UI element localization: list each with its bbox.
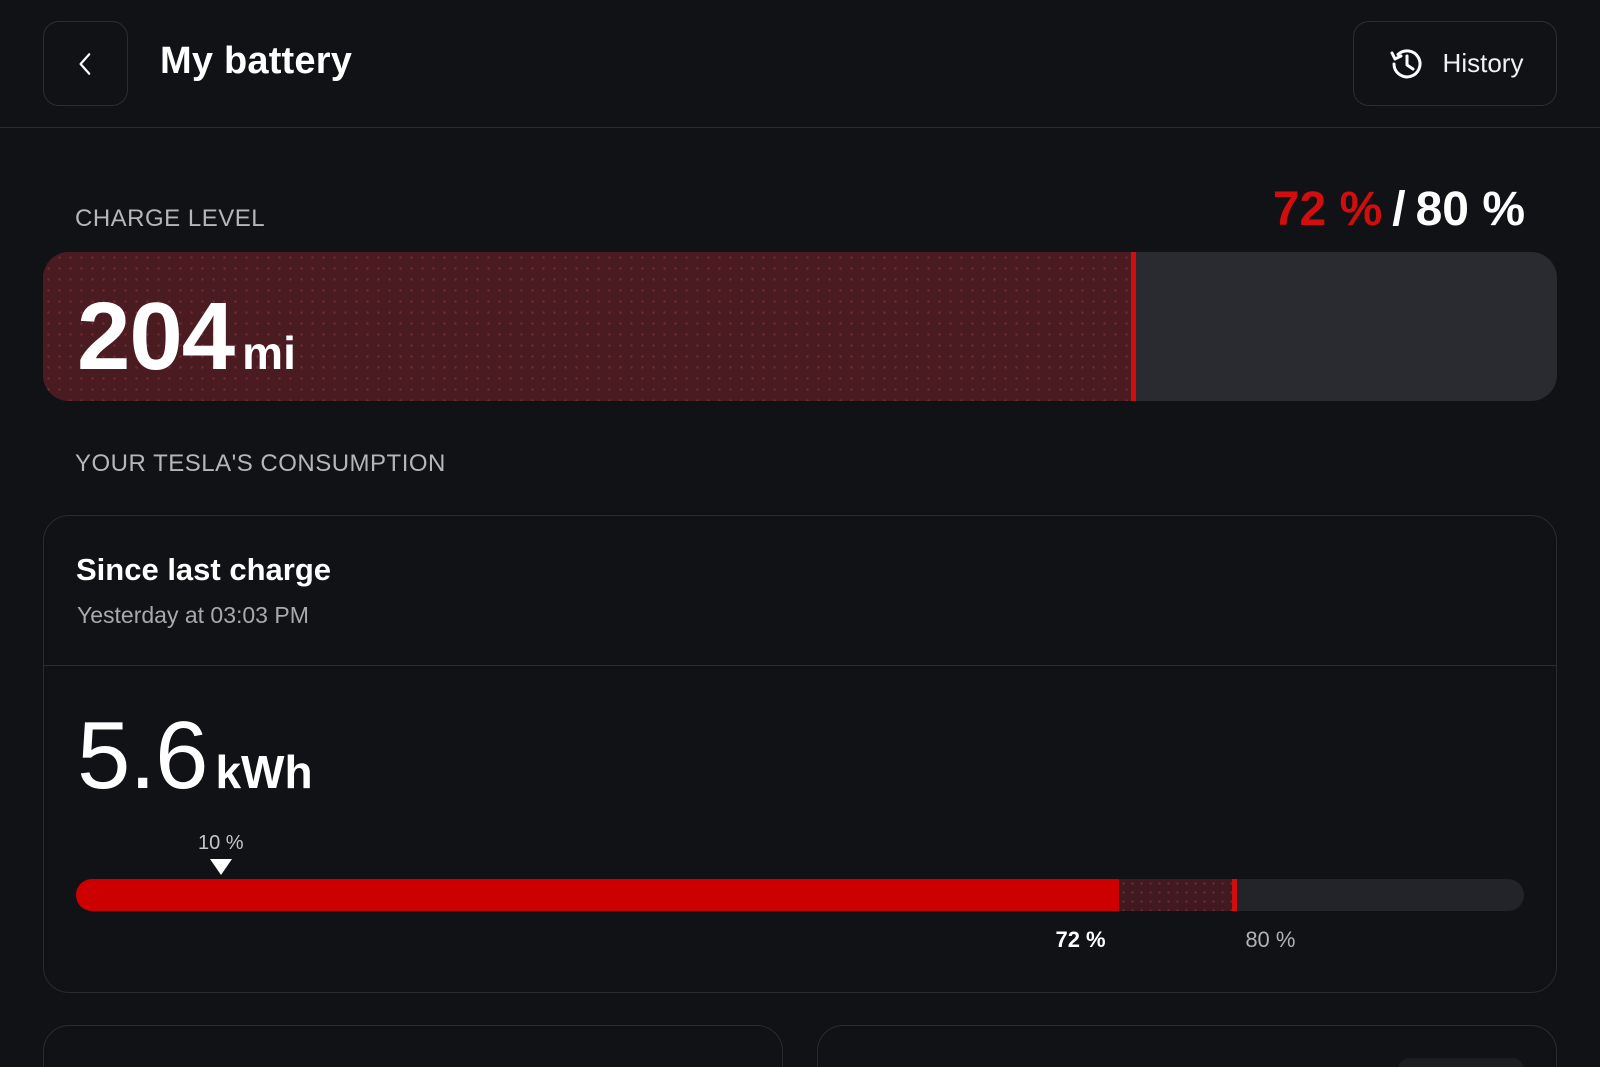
stat-card-chip (1398, 1058, 1524, 1067)
energy-value: 5.6 (77, 702, 208, 809)
history-button[interactable]: History (1353, 21, 1557, 106)
charge-level-marker (1131, 252, 1137, 401)
range-unit: mi (242, 327, 296, 379)
back-button[interactable] (43, 21, 128, 106)
charge-percentages: 72 % / 80 % (1273, 182, 1525, 237)
card-subtitle: Yesterday at 03:03 PM (77, 602, 309, 628)
stat-card-right (817, 1025, 1557, 1067)
consumption-bar (76, 879, 1524, 911)
card-title: Since last charge (76, 552, 332, 587)
consumption-card: Since last charge Yesterday at 03:03 PM … (43, 515, 1557, 993)
current-charge-tick-label: 72 % (1055, 927, 1106, 952)
stat-card-left (43, 1025, 783, 1067)
charge-separator: / (1392, 183, 1406, 236)
limit-charge-tick-label: 80 % (1245, 927, 1296, 952)
energy-unit: kWh (215, 746, 313, 798)
charge-level-heading: CHARGE LEVEL (75, 205, 266, 232)
page-title: My battery (160, 40, 353, 82)
start-charge-arrow-icon (209, 859, 232, 875)
charge-level-bar: 204 mi (43, 252, 1557, 401)
top-bar: My battery History (0, 0, 1600, 128)
card-divider (44, 665, 1556, 666)
consumption-heading: YOUR TESLA'S CONSUMPTION (75, 450, 446, 477)
consumption-limit-marker (1232, 879, 1238, 911)
charge-limit-percent: 80 % (1415, 183, 1525, 236)
battery-page: My battery History CHARGE LEVEL 72 % / 8… (0, 0, 1600, 1067)
estimated-range: 204 mi (77, 282, 296, 392)
current-charge-percent: 72 % (1272, 183, 1383, 236)
range-value: 204 (77, 283, 235, 390)
chevron-left-icon (79, 52, 90, 75)
start-charge-label: 10 % (198, 832, 244, 854)
energy-used: 5.6 kWh (77, 701, 313, 811)
history-icon (1390, 48, 1422, 78)
history-label: History (1442, 48, 1524, 78)
consumption-fill (76, 879, 1119, 911)
consumption-target-segment (1118, 879, 1235, 911)
